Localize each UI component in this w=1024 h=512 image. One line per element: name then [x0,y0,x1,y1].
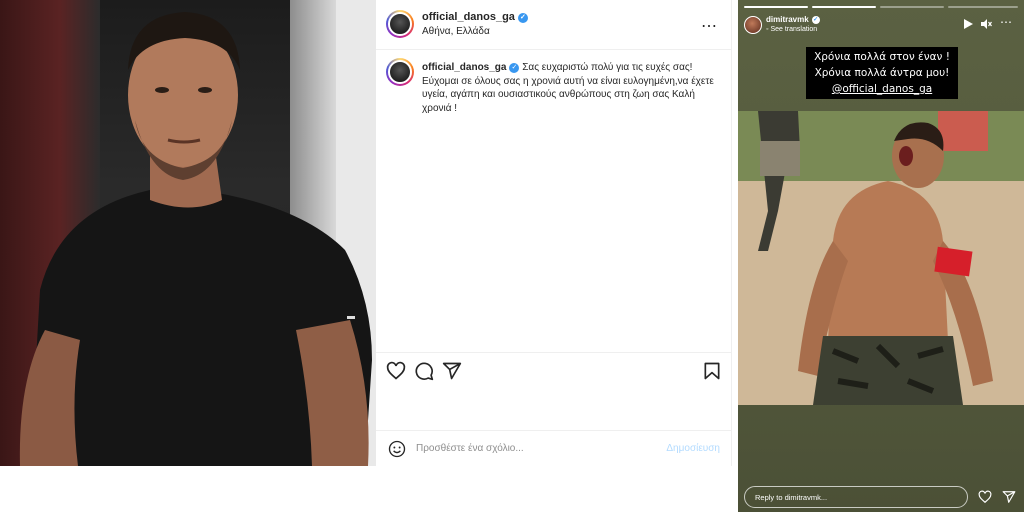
verified-badge-icon: ✓ [517,13,528,23]
see-translation-text[interactable]: See translation [770,26,817,33]
comment-icon[interactable] [414,361,434,381]
author-username[interactable]: official_danos_ga ✓ [422,11,528,23]
story-mention[interactable]: @official_danos_ga [808,81,956,97]
story-text-line-1: Χρόνια πολλά στον έναν ! [814,51,950,63]
post-caption: official_danos_ga ✓ Σας ευχαριστώ πολύ γι… [422,61,722,115]
comment-bar: Προσθέστε ένα σχόλιο... Δημοσίευση [376,430,732,466]
story-author-username[interactable]: dimitravmk ✓ [766,15,820,24]
story-author-avatar[interactable] [744,16,762,34]
mute-icon[interactable] [980,18,992,30]
story-like-icon[interactable] [978,490,992,504]
see-translation-link[interactable]: ◦ See translation [766,26,817,33]
story-reply-input[interactable]: Reply to dimitravmk... [744,486,968,508]
post-photo[interactable] [0,0,376,466]
story-more-icon[interactable]: ⋯ [1000,16,1012,28]
man-figure [19,12,372,466]
story-progress-3 [880,6,944,8]
share-icon[interactable] [442,361,462,381]
story-viewer: dimitravmk ✓ ◦ See translation ⋯ Χρόνια π… [738,0,1024,512]
story-verified-icon: ✓ [811,16,820,24]
story-progress-1 [744,6,808,8]
reply-placeholder: Reply to dimitravmk... [755,493,828,502]
post-details-panel: official_danos_ga ✓ Αθήνα, Ελλάδα ⋯ offic… [376,0,732,466]
play-icon[interactable] [962,18,974,30]
emoji-icon[interactable] [388,440,406,458]
story-username-text[interactable]: dimitravmk [766,15,809,24]
story-photo[interactable] [738,111,1024,405]
post-location[interactable]: Αθήνα, Ελλάδα [422,26,490,37]
author-username-text[interactable]: official_danos_ga [422,11,515,23]
caption-verified-icon: ✓ [509,63,520,73]
save-icon[interactable] [702,361,722,381]
comment-input[interactable]: Προσθέστε ένα σχόλιο... [416,443,524,454]
author-avatar[interactable] [386,10,414,38]
story-photo-scene [738,111,1024,405]
story-text-line-2: Χρόνια πολλά άντρα μου! [814,67,950,79]
post-actions [376,352,732,390]
caption-avatar[interactable] [386,58,414,86]
caption-username[interactable]: official_danos_ga [422,62,506,73]
screen: official_danos_ga ✓ Αθήνα, Ελλάδα ⋯ offic… [0,0,1024,512]
story-progress-2 [812,6,876,8]
story-send-icon[interactable] [1002,490,1016,504]
post-comment-button[interactable]: Δημοσίευση [666,443,720,454]
more-options-icon[interactable]: ⋯ [701,16,718,36]
story-text-overlay: Χρόνια πολλά στον έναν ! Χρόνια πολλά άν… [806,47,958,99]
story-progress-4 [948,6,1018,8]
post-header: official_danos_ga ✓ Αθήνα, Ελλάδα ⋯ [376,0,732,50]
like-icon[interactable] [386,361,406,381]
